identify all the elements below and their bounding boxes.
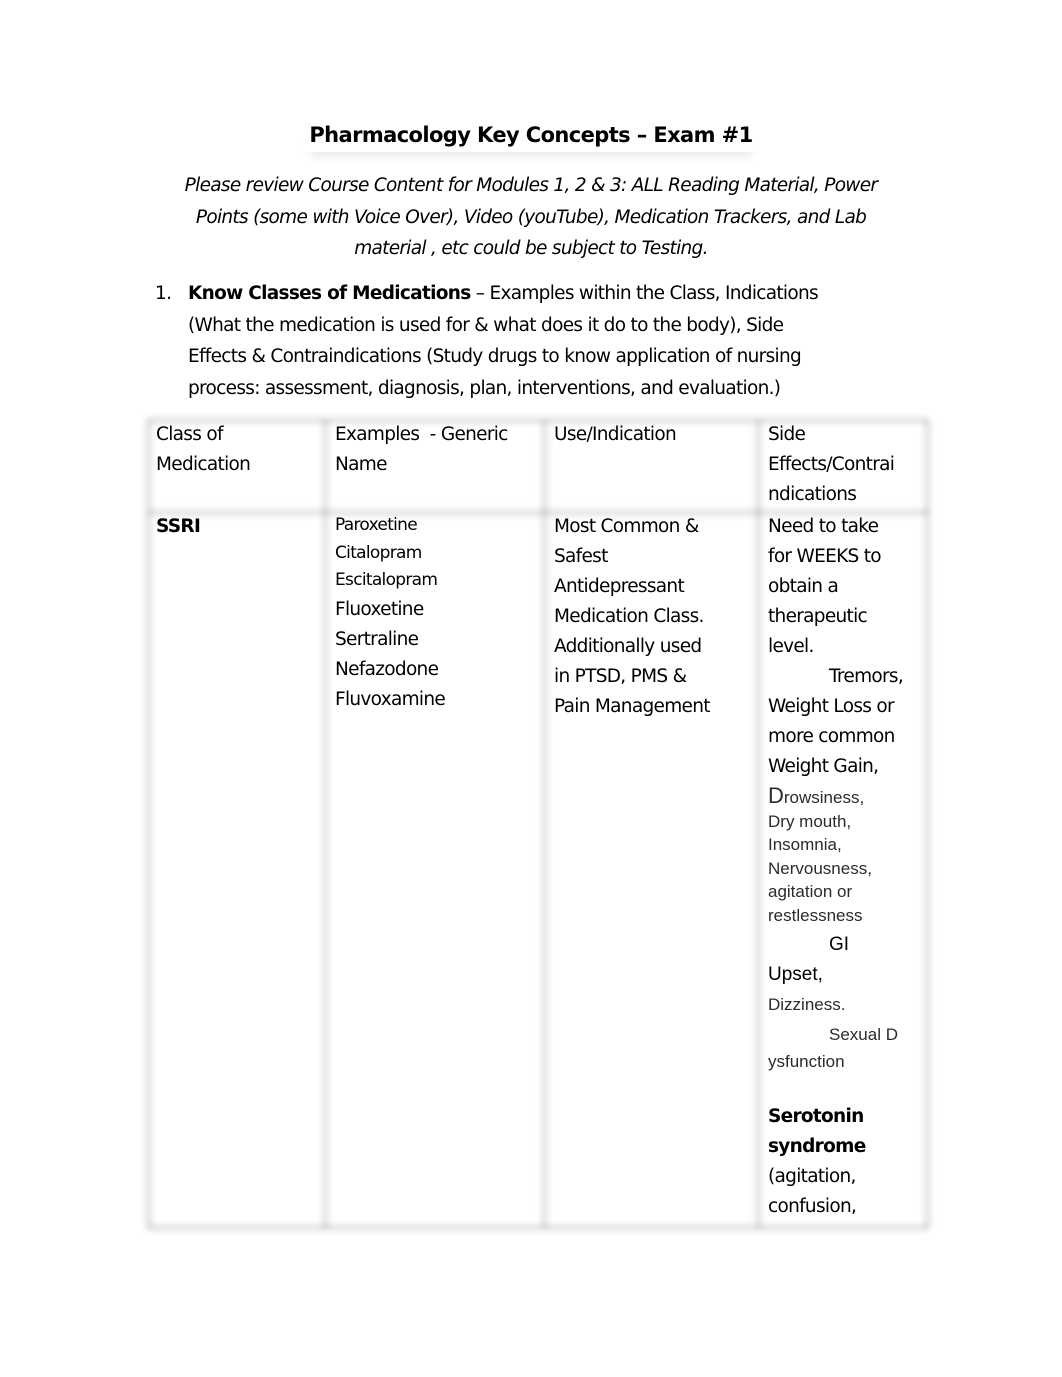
use-text: Most Common & [554, 516, 699, 537]
drug-name: Sertraline [335, 628, 419, 650]
cell-side-effects: Need to take for WEEKS to obtain a thera… [768, 512, 923, 1222]
header-examples: Examples - Generic Name [335, 420, 540, 480]
drug-name: Nefazodone [335, 658, 439, 680]
side-effect-text: restlessness [768, 905, 863, 925]
side-effect-text: level. [768, 636, 814, 657]
table-border-bottom [148, 1224, 928, 1231]
drug-name: Fluvoxamine [335, 688, 446, 710]
table-border-left [145, 420, 152, 1228]
table-border-right [924, 420, 931, 1228]
header-use-indication: Use/Indication [554, 420, 754, 450]
side-effect-text: for WEEKS to [768, 546, 882, 567]
header-text: Medication [156, 454, 251, 475]
document-page: Pharmacology Key Concepts – Exam #1 Plea… [0, 0, 1062, 1377]
serotonin-syndrome-label: Serotonin [768, 1105, 864, 1127]
side-effect-drowsiness: Drowsiness, [768, 784, 923, 810]
table-divider-1 [322, 420, 329, 1228]
side-effect-text: Upset, [768, 964, 823, 985]
list-item-lead: Know Classes of Medications [188, 283, 471, 304]
use-text: Medication Class. [554, 606, 704, 627]
list-number: 1. [155, 283, 172, 304]
cell-class-ssri: SSRI [156, 516, 201, 537]
header-text: Class of [156, 424, 223, 445]
side-effect-text: rowsiness, [783, 788, 865, 807]
list-item-body: Know Classes of Medications – Examples w… [188, 278, 895, 404]
side-effect-text: Dry mouth, [768, 811, 852, 831]
list-item-text: – Examples within the Class, Indications [470, 283, 819, 304]
use-text: Antidepressant [554, 576, 685, 597]
side-effect-text: Weight Loss or [768, 696, 895, 717]
side-effect-text: Insomnia, [768, 835, 842, 854]
document-title: Pharmacology Key Concepts – Exam #1 [303, 118, 758, 152]
header-side-effects: Side Effects/Contrai ndications [768, 420, 923, 510]
intro-line: Points (some with Voice Over), Video (yo… [195, 206, 867, 228]
side-effect-text: agitation or [768, 882, 853, 901]
side-effect-text: GI [829, 934, 850, 955]
drug-name: Citalopram [335, 542, 422, 563]
list-item-text: Effects & Contraindications (Study drugs… [188, 346, 802, 367]
intro-line: material , etc could be subject to Testi… [354, 238, 708, 259]
side-effect-text: Tremors, [829, 666, 904, 687]
side-effect-text: Need to take [768, 516, 879, 537]
numbered-list-item: 1. Know Classes of Medications – Example… [155, 278, 895, 404]
table-divider-3 [755, 420, 762, 1228]
intro-line: Please review Course Content for Modules… [184, 175, 878, 196]
side-effect-text: Dizziness. [768, 995, 846, 1014]
cell-use-indication: Most Common & Safest Antidepressant Medi… [554, 512, 754, 722]
drug-name: Fluoxetine [335, 598, 424, 620]
header-text: Effects/Contrai [768, 454, 895, 475]
intro-paragraph: Please review Course Content for Modules… [130, 170, 932, 265]
use-text: in PTSD, PMS & [554, 666, 687, 687]
list-item-text: process: assessment, diagnosis, plan, in… [188, 377, 781, 399]
side-effect-text: ysfunction [768, 1052, 845, 1071]
header-text: Side [768, 424, 806, 445]
serotonin-syndrome-label: syndrome [768, 1135, 866, 1157]
title-wrap: Pharmacology Key Concepts – Exam #1 [0, 118, 1062, 152]
side-effect-text: more common [768, 726, 895, 747]
table-divider-2 [541, 420, 548, 1228]
drug-name: Paroxetine [335, 515, 418, 535]
medication-table: Class of Medication Examples - Generic N… [145, 417, 931, 1231]
use-text: Safest [554, 546, 608, 567]
use-text: Additionally used [554, 636, 702, 657]
header-text: Name [335, 454, 387, 475]
side-effect-text: therapeutic [768, 606, 868, 627]
cell-examples: Paroxetine Citalopram Escitalopram Fluox… [335, 512, 540, 715]
side-effect-text: Sexual D [829, 1025, 898, 1044]
header-text: ndications [768, 484, 857, 505]
header-class-of-medication: Class of Medication [156, 420, 321, 480]
drug-name: Escitalopram [335, 570, 438, 590]
side-effect-text: confusion, [768, 1195, 857, 1217]
list-item-text: (What the medication is used for & what … [188, 314, 784, 336]
side-effect-text: Weight Gain, [768, 756, 879, 777]
drop-letter: D [768, 783, 784, 808]
side-effect-text: obtain a [768, 576, 839, 597]
use-text: Pain Management [554, 696, 710, 717]
side-effect-text: Nervousness, [768, 858, 872, 878]
header-text: Examples - Generic [335, 424, 508, 445]
side-effect-text: (agitation, [768, 1165, 856, 1187]
header-text: Use/Indication [554, 424, 677, 445]
